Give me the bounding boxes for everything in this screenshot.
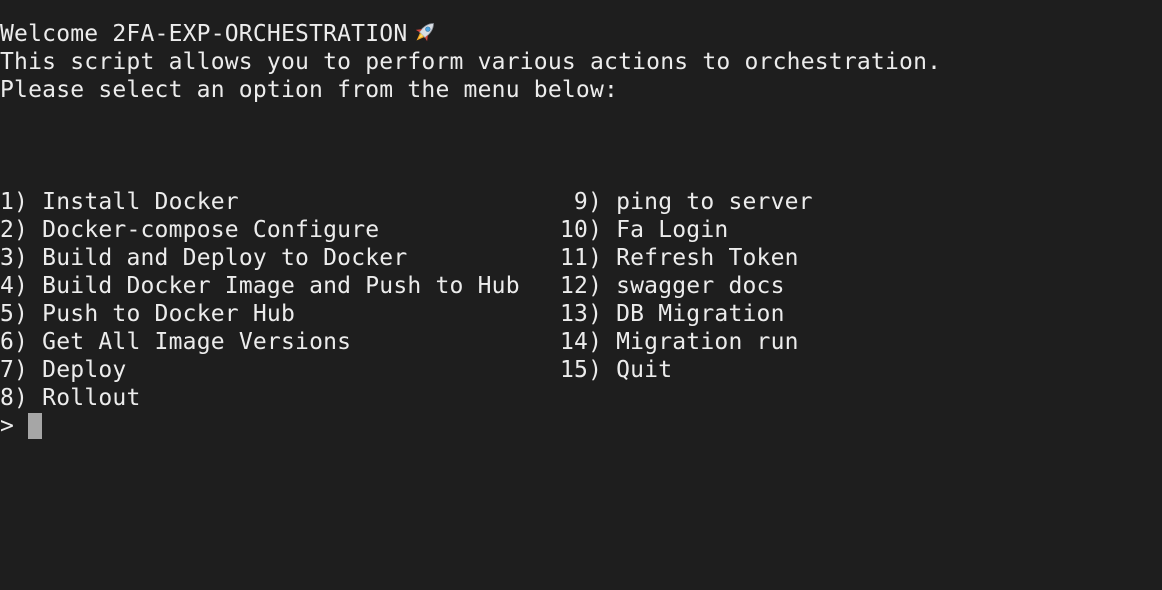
- menu-item-label: Quit: [616, 357, 673, 383]
- menu-item-label: DB Migration: [616, 301, 785, 327]
- menu-item-3[interactable]: 3) Build and Deploy to Docker: [0, 244, 407, 272]
- menu-item-label: Get All Image Versions: [42, 329, 352, 355]
- menu-item-label: Refresh Token: [616, 245, 799, 271]
- menu-item-label: Push to Docker Hub: [42, 301, 296, 327]
- menu-item-label: Rollout: [42, 385, 141, 411]
- menu-item-label: Fa Login: [616, 217, 729, 243]
- menu-item-number: 1): [0, 189, 29, 215]
- menu-item-9[interactable]: 9) ping to server: [560, 188, 813, 216]
- rocket-icon: [411, 18, 439, 46]
- text-cursor[interactable]: [28, 413, 42, 439]
- menu-item-number: 10): [560, 217, 603, 243]
- menu-item-14[interactable]: 14) Migration run: [560, 328, 799, 356]
- menu-item-number: 4): [0, 273, 29, 299]
- welcome-line: Welcome 2FA-EXP-ORCHESTRATION: [0, 20, 439, 48]
- menu-item-8[interactable]: 8) Rollout: [0, 384, 141, 412]
- menu-item-label: Build and Deploy to Docker: [42, 245, 408, 271]
- menu-item-13[interactable]: 13) DB Migration: [560, 300, 785, 328]
- menu-item-number: 15): [560, 357, 603, 383]
- menu-item-label: swagger docs: [616, 273, 785, 299]
- menu-item-number: 6): [0, 329, 29, 355]
- menu-item-label: Docker-compose Configure: [42, 217, 380, 243]
- menu-item-7[interactable]: 7) Deploy: [0, 356, 126, 384]
- menu-item-1[interactable]: 1) Install Docker: [0, 188, 239, 216]
- instruction-line: Please select an option from the menu be…: [0, 77, 619, 103]
- menu-item-12[interactable]: 12) swagger docs: [560, 272, 785, 300]
- menu-item-number: 9): [573, 189, 602, 215]
- menu-item-number: 13): [560, 301, 603, 327]
- menu-item-number: 11): [560, 245, 603, 271]
- welcome-text: Welcome 2FA-EXP-ORCHESTRATION: [0, 21, 408, 47]
- menu-item-label: Install Docker: [42, 189, 239, 215]
- menu-item-11[interactable]: 11) Refresh Token: [560, 244, 799, 272]
- menu-item-number: 8): [0, 385, 29, 411]
- menu-item-10[interactable]: 10) Fa Login: [560, 216, 728, 244]
- menu-item-number: 3): [0, 245, 29, 271]
- menu-item-5[interactable]: 5) Push to Docker Hub: [0, 300, 295, 328]
- menu-item-label: ping to server: [616, 189, 813, 215]
- prompt-symbol: >: [0, 413, 15, 439]
- menu-item-number: 5): [0, 301, 29, 327]
- menu-item-4[interactable]: 4) Build Docker Image and Push to Hub: [0, 272, 520, 300]
- menu-item-label: Deploy: [42, 357, 127, 383]
- menu-item-number: 2): [0, 217, 29, 243]
- menu-item-15[interactable]: 15) Quit: [560, 356, 672, 384]
- menu-item-number: 14): [560, 329, 603, 355]
- menu-item-6[interactable]: 6) Get All Image Versions: [0, 328, 351, 356]
- menu-item-number: 7): [0, 357, 29, 383]
- menu-item-number: 12): [560, 273, 603, 299]
- menu-item-2[interactable]: 2) Docker-compose Configure: [0, 216, 379, 244]
- terminal-window[interactable]: Welcome 2FA-EXP-ORCHESTRATION This scrip…: [0, 0, 1162, 590]
- menu-item-label: Build Docker Image and Push to Hub: [42, 273, 520, 299]
- description-line: This script allows you to perform variou…: [0, 49, 942, 75]
- menu-item-label: Migration run: [616, 329, 799, 355]
